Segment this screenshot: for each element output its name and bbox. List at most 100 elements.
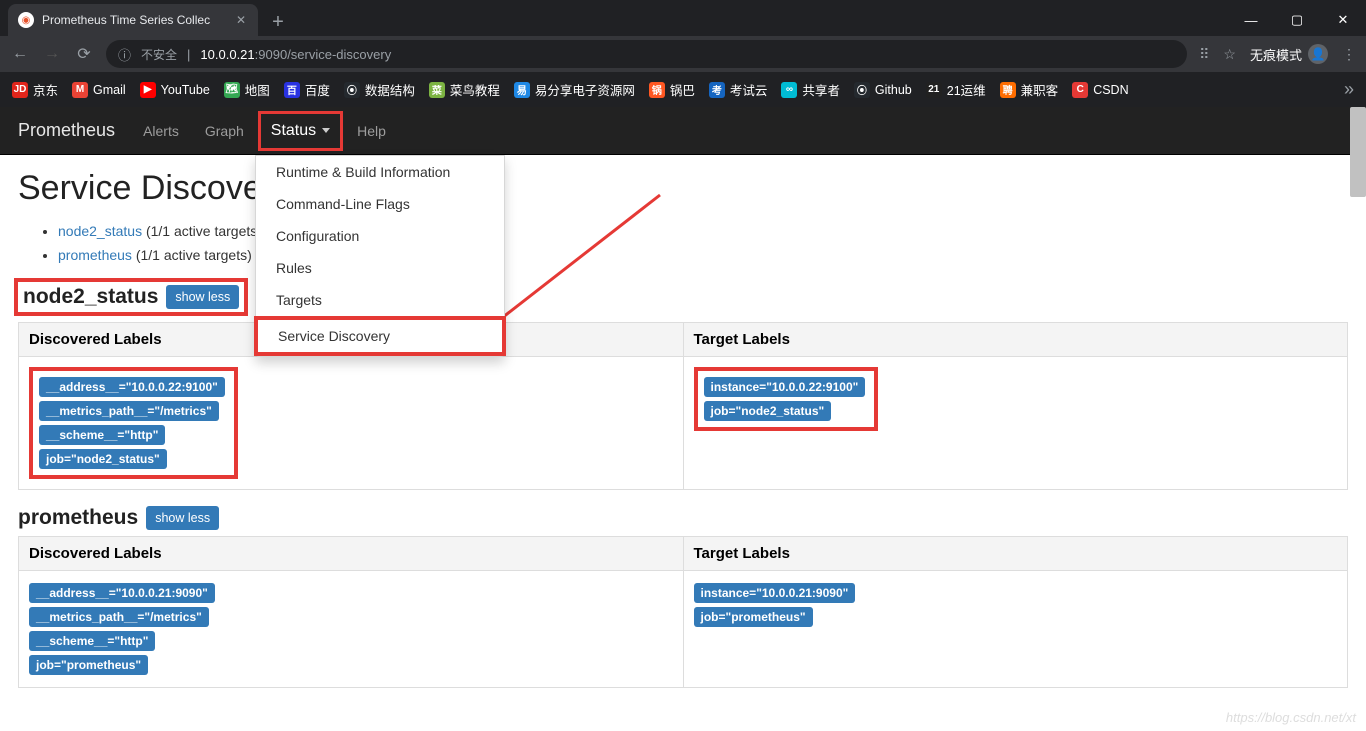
bookmark-item[interactable]: 易易分享电子资源网: [514, 80, 635, 99]
label-badge: __address__="10.0.0.21:9090": [29, 583, 215, 603]
tab-title: Prometheus Time Series Collec: [42, 13, 226, 27]
bookmark-item[interactable]: 百百度: [284, 80, 330, 99]
show-less-button[interactable]: show less: [146, 506, 219, 530]
bookmark-icon: ∞: [781, 82, 797, 98]
maximize-icon[interactable]: ▢: [1274, 4, 1320, 36]
translate-icon[interactable]: ⠿: [1199, 46, 1209, 63]
summary-count: (1/1 active targets): [132, 247, 252, 263]
bookmark-item[interactable]: ∞ 共享者: [781, 80, 840, 99]
minimize-icon[interactable]: ―: [1228, 4, 1274, 36]
secure-label: 不安全: [141, 46, 177, 63]
bookmark-item[interactable]: ▶YouTube: [140, 82, 210, 98]
bookmark-item[interactable]: 聘兼职客: [1000, 80, 1059, 99]
back-icon[interactable]: ←: [10, 45, 30, 63]
label-badge: instance="10.0.0.22:9100": [704, 377, 866, 397]
th-target: Target Labels: [683, 536, 1348, 570]
insecure-icon: ⓘ: [118, 45, 131, 64]
bookmark-item[interactable]: 考考试云: [709, 80, 768, 99]
browser-chrome: ◉ Prometheus Time Series Collec ✕ + ― ▢ …: [0, 0, 1366, 107]
window-controls: ― ▢ ✕: [1228, 4, 1366, 36]
bookmark-item[interactable]: ⦿数据结构: [344, 80, 415, 99]
bookmark-item[interactable]: 2121运维: [926, 80, 986, 99]
new-tab-button[interactable]: +: [264, 8, 292, 36]
bookmark-label: 菜鸟教程: [450, 80, 500, 99]
bookmarks-bar: JD京东 M Gmail ▶YouTube 🗺地图百百度 ⦿数据结构菜菜鸟教程易易分享电子…: [0, 72, 1366, 107]
label-badge: instance="10.0.0.21:9090": [694, 583, 856, 603]
bookmark-label: 锅巴: [670, 80, 695, 99]
nav-alerts[interactable]: Alerts: [131, 113, 191, 149]
bookmark-item[interactable]: 菜菜鸟教程: [429, 80, 500, 99]
bookmark-icon: 菜: [429, 82, 445, 98]
kebab-menu-icon[interactable]: ⋮: [1342, 46, 1356, 63]
bookmark-icon: ⦿: [854, 82, 870, 98]
bookmark-label: Gmail: [93, 83, 126, 97]
bookmark-label: 考试云: [730, 80, 768, 99]
url-port: :9090: [255, 47, 288, 62]
bookmark-label: CSDN: [1093, 83, 1128, 97]
bookmark-item[interactable]: C CSDN: [1072, 82, 1128, 98]
summary-list: node2_status (1/1 active targets)prometh…: [58, 220, 1348, 268]
status-menu-item[interactable]: Service Discovery: [254, 316, 506, 356]
bookmark-icon: ⦿: [344, 82, 360, 98]
status-dropdown-menu: Runtime & Build InformationCommand-Line …: [255, 155, 505, 357]
scrollbar-thumb[interactable]: [1350, 107, 1366, 197]
th-target: Target Labels: [683, 322, 1348, 356]
nav-help[interactable]: Help: [345, 113, 398, 149]
prometheus-brand[interactable]: Prometheus: [18, 120, 115, 141]
browser-tab-active[interactable]: ◉ Prometheus Time Series Collec ✕: [8, 4, 258, 36]
bookmark-item[interactable]: ⦿ Github: [854, 82, 912, 98]
bookmark-item[interactable]: 🗺地图: [224, 80, 270, 99]
bookmark-icon: 考: [709, 82, 725, 98]
bookmark-star-icon[interactable]: ☆: [1223, 46, 1236, 63]
bookmark-label: 百度: [305, 80, 330, 99]
page-title: Service Discovery: [18, 169, 1348, 208]
reload-icon[interactable]: ⟳: [74, 44, 94, 64]
labels-table: Discovered LabelsTarget Labels __address…: [18, 536, 1348, 688]
summary-link[interactable]: node2_status: [58, 223, 142, 239]
label-badge: __scheme__="http": [39, 425, 165, 445]
address-bar: ← → ⟳ ⓘ 不安全 | 10.0.0.21:9090/service-dis…: [0, 36, 1366, 72]
url-host: 10.0.0.21: [200, 47, 254, 62]
show-less-button[interactable]: show less: [166, 285, 239, 309]
job-block: prometheus show less Discovered LabelsTa…: [18, 506, 1348, 688]
forward-icon: →: [42, 45, 62, 63]
status-menu-item[interactable]: Command-Line Flags: [256, 188, 504, 220]
watermark: https://blog.csdn.net/xt: [1226, 710, 1356, 725]
bookmark-icon: C: [1072, 82, 1088, 98]
summary-link[interactable]: prometheus: [58, 247, 132, 263]
nav-status-dropdown[interactable]: Status: [258, 111, 343, 151]
job-name: node2_status: [23, 285, 158, 309]
job-name: prometheus: [18, 506, 138, 530]
labels-table: Discovered LabelsTarget Labels __address…: [18, 322, 1348, 490]
bookmark-item[interactable]: 锅锅巴: [649, 80, 695, 99]
bookmark-item[interactable]: M Gmail: [72, 82, 126, 98]
label-badge: __metrics_path__="/metrics": [29, 607, 209, 627]
summary-count: (1/1 active targets): [142, 223, 262, 239]
bookmarks-overflow-icon[interactable]: »: [1344, 79, 1354, 100]
th-discovered: Discovered Labels: [19, 536, 684, 570]
status-menu-item[interactable]: Rules: [256, 252, 504, 284]
job-header: node2_status show less: [18, 282, 244, 312]
bookmark-icon: 🗺: [224, 82, 240, 98]
status-menu-item[interactable]: Runtime & Build Information: [256, 156, 504, 188]
incognito-label: 无痕模式: [1250, 45, 1302, 64]
job-header: prometheus show less: [18, 506, 1348, 530]
label-badge: __scheme__="http": [29, 631, 155, 651]
bookmark-icon: M: [72, 82, 88, 98]
url-field[interactable]: ⓘ 不安全 | 10.0.0.21:9090/service-discovery: [106, 40, 1187, 68]
separator: |: [187, 47, 190, 62]
nav-graph[interactable]: Graph: [193, 113, 256, 149]
incognito-icon: 👤: [1308, 44, 1328, 64]
label-badge: __metrics_path__="/metrics": [39, 401, 219, 421]
status-menu-item[interactable]: Targets: [256, 284, 504, 316]
close-tab-icon[interactable]: ✕: [234, 13, 248, 27]
status-menu-item[interactable]: Configuration: [256, 220, 504, 252]
summary-item: prometheus (1/1 active targets): [58, 244, 1348, 268]
bookmark-label: Github: [875, 83, 912, 97]
bookmark-item[interactable]: JD京东: [12, 80, 58, 99]
close-window-icon[interactable]: ✕: [1320, 4, 1366, 36]
bookmark-label: 易分享电子资源网: [535, 80, 635, 99]
discovered-cell: __address__="10.0.0.21:9090" __metrics_pa…: [19, 570, 684, 687]
bookmark-icon: 聘: [1000, 82, 1016, 98]
bookmark-label: 共享者: [802, 80, 840, 99]
